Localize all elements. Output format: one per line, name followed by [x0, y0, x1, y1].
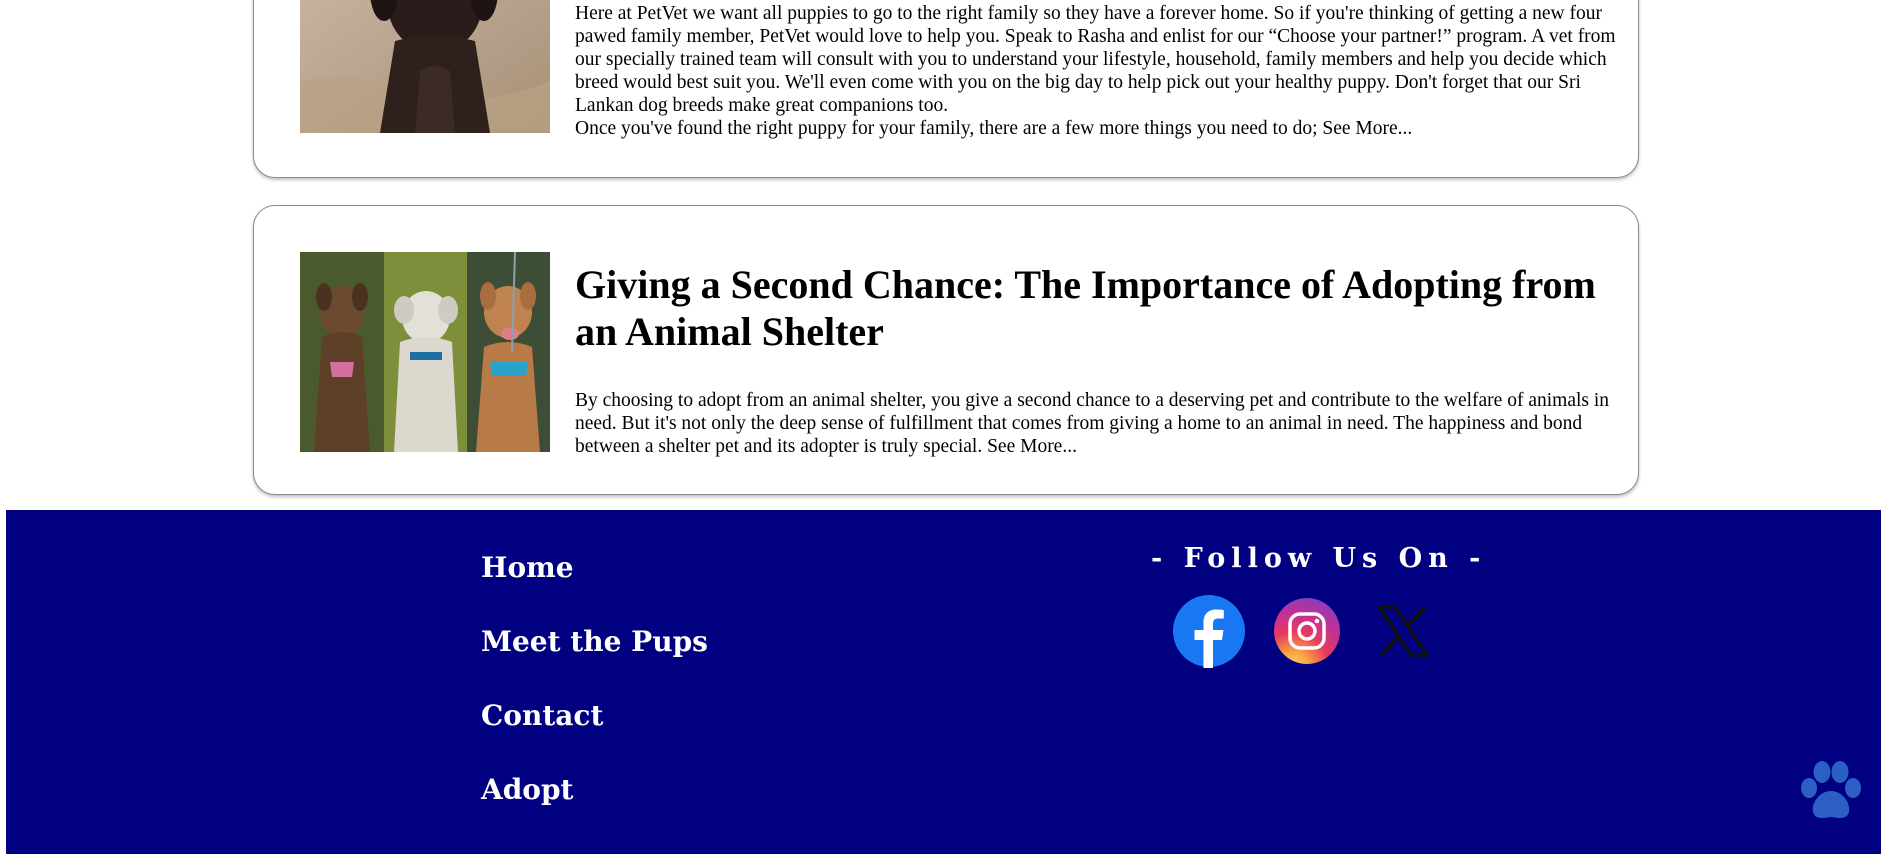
- article-paragraph-see-more[interactable]: Once you've found the right puppy for yo…: [575, 117, 1618, 140]
- article-card-adopt-shelter: Giving a Second Chance: The Importance o…: [253, 205, 1639, 495]
- article-card-choose-partner: Here at PetVet we want all puppies to go…: [253, 0, 1639, 178]
- article-paragraph-see-more[interactable]: By choosing to adopt from an animal shel…: [575, 389, 1618, 458]
- puppy-photo: [300, 0, 550, 133]
- x-icon[interactable]: [1366, 594, 1440, 668]
- article-title: Giving a Second Chance: The Importance o…: [575, 262, 1596, 354]
- article-body: By choosing to adopt from an animal shel…: [575, 389, 1618, 458]
- instagram-icon[interactable]: [1270, 594, 1344, 668]
- footer-nav: Home Meet the Pups Contact Adopt: [481, 548, 708, 844]
- shelter-dogs-photo: [300, 252, 550, 452]
- article-body: Here at PetVet we want all puppies to go…: [575, 2, 1618, 140]
- follow-us-heading: - Follow Us On -: [1151, 543, 1487, 574]
- article-paragraph: Here at PetVet we want all puppies to go…: [575, 3, 1616, 116]
- footer-link-home[interactable]: Home: [481, 548, 708, 622]
- footer-link-adopt[interactable]: Adopt: [481, 770, 708, 844]
- footer-link-contact[interactable]: Contact: [481, 696, 708, 770]
- site-footer: Home Meet the Pups Contact Adopt - Follo…: [6, 510, 1881, 854]
- facebook-icon[interactable]: [1172, 594, 1246, 668]
- footer-link-meet-the-pups[interactable]: Meet the Pups: [481, 622, 708, 696]
- paw-icon[interactable]: [1797, 758, 1865, 826]
